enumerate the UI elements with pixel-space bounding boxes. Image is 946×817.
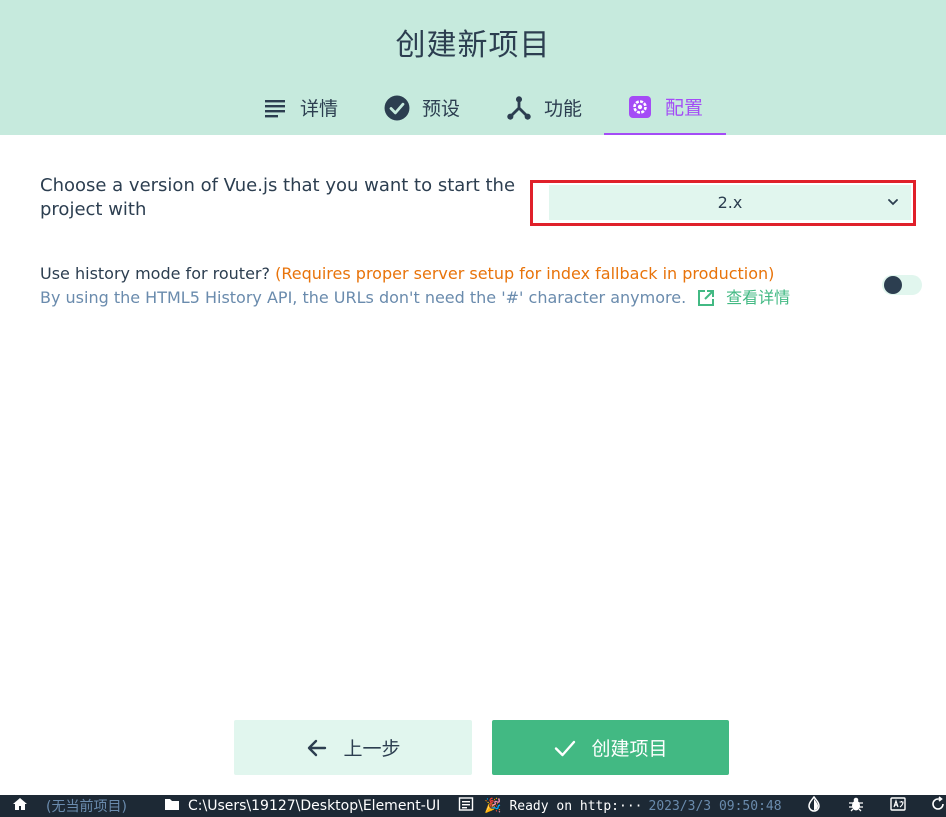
theme-toggle-button[interactable]	[806, 795, 822, 817]
details-link-label: 查看详情	[726, 288, 791, 307]
history-prompt-line: Use history mode for router? (Requires p…	[40, 262, 860, 286]
tab-features-label: 功能	[543, 98, 582, 120]
history-mode-option: Use history mode for router? (Requires p…	[40, 262, 860, 310]
tab-bar: 详情 预设 功能 配置	[0, 80, 946, 135]
log-icon	[458, 796, 474, 816]
home-icon	[12, 796, 28, 816]
check-circle-icon	[384, 95, 410, 121]
highlight-frame: 2.x	[530, 180, 916, 226]
vue-version-value: 2.x	[717, 193, 743, 212]
status-bar: (无当前项目) C:\Users\19127\Desktop\Element-U…	[0, 795, 946, 817]
bug-icon	[848, 796, 864, 816]
create-button-label: 创建项目	[591, 738, 668, 760]
vue-version-select[interactable]: 2.x	[549, 185, 911, 220]
chevron-down-icon	[885, 194, 901, 210]
tab-presets-label: 预设	[421, 98, 460, 120]
arrow-left-icon	[305, 736, 329, 760]
dark-mode-icon	[806, 795, 822, 816]
details-link[interactable]: 查看详情	[696, 286, 790, 310]
log-message: Ready on http:···	[509, 798, 643, 814]
create-project-button[interactable]: 创建项目	[492, 720, 729, 775]
gear-icon	[627, 94, 653, 120]
tab-config-label: 配置	[664, 97, 703, 119]
history-prompt: Use history mode for router?	[40, 264, 270, 283]
prev-button-label: 上一步	[343, 738, 401, 760]
translate-button[interactable]	[890, 795, 906, 817]
bug-report-button[interactable]	[848, 795, 864, 817]
tab-presets[interactable]: 预设	[370, 80, 474, 135]
history-warning: (Requires proper server setup for index …	[275, 264, 775, 283]
refresh-icon	[930, 796, 946, 816]
log-timestamp: 2023/3/3 09:50:48	[648, 798, 782, 814]
tab-details-label: 详情	[299, 98, 338, 120]
folder-path: C:\Users\19127\Desktop\Element-UI	[188, 798, 441, 814]
refresh-button[interactable]	[930, 795, 946, 817]
history-description-line: By using the HTML5 History API, the URLs…	[40, 286, 860, 310]
translate-icon	[890, 796, 906, 816]
check-icon	[553, 736, 577, 760]
party-icon: 🎉	[484, 798, 502, 814]
page-title: 创建新项目	[395, 28, 551, 63]
folder-icon	[164, 796, 180, 816]
tab-details[interactable]: 详情	[248, 80, 352, 135]
history-mode-toggle[interactable]	[882, 275, 922, 295]
fork-icon	[506, 95, 532, 121]
list-icon	[262, 95, 288, 121]
current-project: (无当前项目)	[46, 799, 127, 815]
toggle-knob	[884, 276, 902, 294]
home-button[interactable]: (无当前项目)	[12, 795, 127, 817]
prev-button[interactable]: 上一步	[234, 720, 472, 775]
tab-features[interactable]: 功能	[492, 80, 596, 135]
tab-config[interactable]: 配置	[604, 80, 726, 135]
history-description: By using the HTML5 History API, the URLs…	[40, 288, 687, 307]
vue-version-prompt: Choose a version of Vue.js that you want…	[40, 175, 516, 220]
folder-path-button[interactable]: C:\Users\19127\Desktop\Element-UI	[164, 795, 440, 817]
log-button[interactable]: 🎉 Ready on http:··· 2023/3/3 09:50:48	[458, 795, 782, 817]
header: 创建新项目 详情 预设 功能 配置	[0, 0, 946, 135]
external-link-icon	[696, 288, 716, 308]
